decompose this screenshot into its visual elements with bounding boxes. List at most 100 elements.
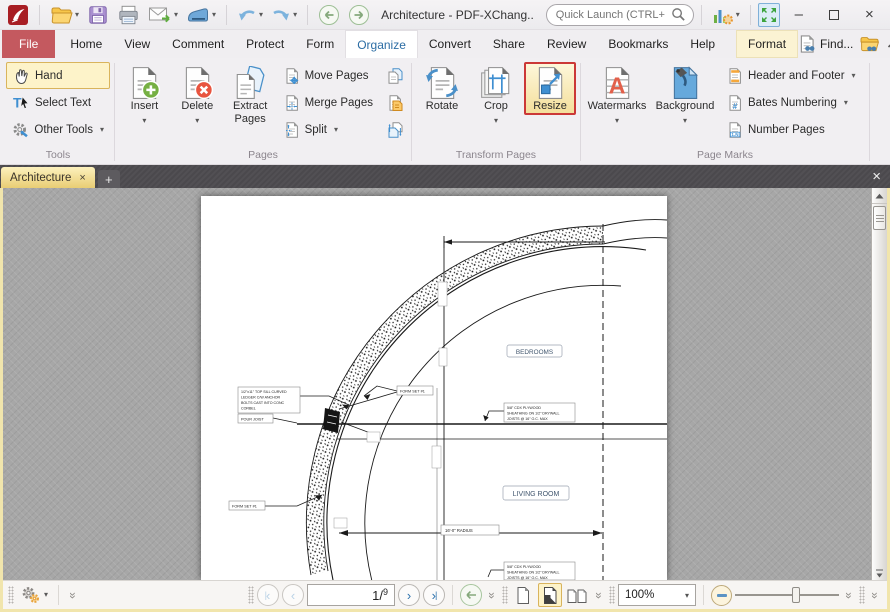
toolbar-grip[interactable] [502,586,508,604]
dropdown-icon: ▾ [494,114,498,127]
resize-button[interactable]: Resize [524,62,576,115]
scroll-corner-icon[interactable] [872,567,886,580]
toolbar-grip[interactable] [8,586,14,604]
view-history-chevron[interactable]: » [485,588,499,602]
move-pages-button[interactable]: Move Pages [278,62,379,89]
zoom-out-button[interactable] [711,585,732,606]
scroll-up-button[interactable] [872,188,887,204]
tab-review[interactable]: Review [536,30,597,58]
background-button[interactable]: Background ▾ [651,62,719,129]
replace-pages-button[interactable] [383,89,407,116]
save-button[interactable] [84,2,112,28]
divider [307,5,308,25]
delete-pages-button[interactable]: Delete ▾ [172,62,223,129]
number-pages-button[interactable]: 1.N Number Pages [721,116,862,143]
extract-label-2: Pages [235,113,266,126]
page-number-input[interactable]: 1/9 [307,584,395,606]
close-button[interactable]: × [853,2,886,28]
form-set-label-lower: FORM SET #1 [229,501,265,510]
header-and-footer-button[interactable]: Header and Footer ▾ [721,62,862,89]
previous-page-button[interactable]: ‹ [282,584,304,606]
close-document-icon[interactable]: × [863,168,890,185]
forward-button[interactable] [345,2,373,28]
select-text-button[interactable]: T Select Text [6,89,110,116]
first-page-button[interactable]: |‹ [257,584,279,606]
tab-form[interactable]: Form [295,30,345,58]
fullscreen-icon [761,7,777,23]
tab-comment[interactable]: Comment [161,30,235,58]
search-folder-button[interactable] [859,35,881,53]
back-button[interactable] [315,2,343,28]
tab-file[interactable]: File [2,30,55,58]
vertical-scrollbar[interactable] [871,188,887,580]
fullscreen-button[interactable] [758,3,780,27]
divider [39,5,40,25]
split-icon [284,122,300,138]
scan-button[interactable]: ▾ [183,2,219,28]
open-file-button[interactable]: ▾ [47,2,82,28]
split-button[interactable]: Split ▾ [278,116,379,143]
tab-convert[interactable]: Convert [418,30,482,58]
merge-pages-button[interactable]: Merge Pages [278,89,379,116]
more-statusbar-chevron[interactable]: » [868,588,882,602]
toolbar-grip[interactable] [859,586,865,604]
quick-launch-input[interactable] [554,8,667,22]
tab-help[interactable]: Help [679,30,726,58]
document-canvas[interactable]: BEDROOMS LIVING ROOM 1/2"x11" TOP SILL C… [3,188,887,580]
maximize-button[interactable] [817,2,850,28]
next-page-button[interactable]: › [398,584,420,606]
insert-pages-button[interactable]: Insert ▾ [119,62,170,129]
document-tab-architecture[interactable]: Architecture × [1,167,95,188]
layout-two-pages-button[interactable] [565,583,589,607]
duplicate-pages-button[interactable] [383,62,407,89]
tab-home[interactable]: Home [59,30,113,58]
merge-pages-label: Merge Pages [305,97,373,109]
rotate-icon [425,66,459,100]
ui-options-button[interactable]: ▾ [709,2,743,28]
zoom-options-chevron[interactable]: » [842,588,856,602]
tab-view[interactable]: View [113,30,161,58]
rotate-button[interactable]: Rotate [416,62,468,115]
minimize-button[interactable]: – [782,2,815,28]
tab-share[interactable]: Share [482,30,536,58]
zoom-slider[interactable] [735,585,839,605]
new-tab-button[interactable]: + [98,170,120,188]
redo-button[interactable]: ▾ [268,2,300,28]
hand-label: Hand [35,70,63,82]
tab-format[interactable]: Format [736,30,798,58]
svg-text:JOISTS @ 16" O.C. MAX: JOISTS @ 16" O.C. MAX [507,576,548,580]
tab-organize[interactable]: Organize [345,30,418,58]
layout-fit-page-button[interactable] [538,583,562,607]
document-page[interactable]: BEDROOMS LIVING ROOM 1/2"x11" TOP SILL C… [201,196,667,580]
toolbar-grip[interactable] [609,586,615,604]
quick-launch-box[interactable] [546,4,694,26]
tab-bookmarks[interactable]: Bookmarks [597,30,679,58]
zoom-level-select[interactable]: 100% ▾ [618,584,696,606]
bates-numbering-button[interactable]: # Bates Numbering ▾ [721,89,862,116]
zoom-slider-thumb[interactable] [792,587,800,603]
previous-view-button[interactable] [460,584,482,606]
dropdown-icon: ▾ [683,114,687,127]
extract-pages-button[interactable]: Extract Pages [225,62,276,128]
other-tools-button[interactable]: Other Tools ▾ [6,116,110,143]
scrollbar-thumb[interactable] [873,206,886,230]
statusbar-options-button[interactable]: ▾ [17,582,51,608]
find-button[interactable]: Find... [798,35,853,53]
svg-text:FORM SET #1: FORM SET #1 [232,505,257,509]
tab-protect[interactable]: Protect [235,30,295,58]
gear-wrench-icon [12,121,29,139]
hand-tool-button[interactable]: Hand [6,62,110,89]
more-tools-chevron[interactable]: » [66,588,80,602]
layout-options-chevron[interactable]: » [592,588,606,602]
layout-single-page-button[interactable] [511,583,535,607]
toolbar-grip[interactable] [248,586,254,604]
swap-pages-button[interactable] [383,116,407,143]
email-button[interactable]: ▾ [145,2,181,28]
print-button[interactable] [114,2,143,28]
undo-button[interactable]: ▾ [234,2,266,28]
last-page-button[interactable]: ›| [423,584,445,606]
dropdown-icon: ▾ [195,114,199,127]
tab-close-icon[interactable]: × [79,172,85,184]
watermarks-button[interactable]: A Watermarks ▾ [585,62,649,129]
crop-button[interactable]: Crop ▾ [470,62,522,129]
